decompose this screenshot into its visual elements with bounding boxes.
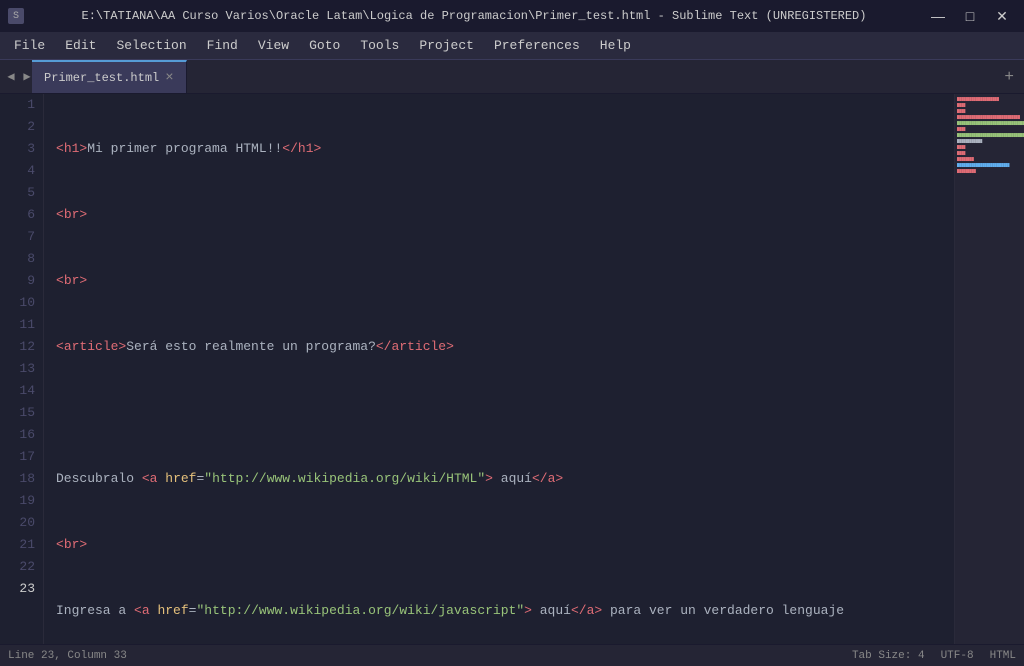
menu-item-edit[interactable]: Edit — [55, 34, 106, 57]
line-num-4: 4 — [0, 160, 35, 182]
line-num-18: 18 — [0, 468, 35, 490]
menu-item-view[interactable]: View — [248, 34, 299, 57]
line-num-1: 1 — [0, 94, 35, 116]
menu-item-file[interactable]: File — [4, 34, 55, 57]
cursor-position: Line 23, Column 33 — [8, 650, 127, 662]
maximize-button[interactable]: □ — [956, 6, 984, 26]
tab-label: Primer_test.html — [44, 71, 159, 85]
code-line-5 — [56, 402, 944, 424]
minimap-content: ████████████████████ ████ ████ █████████… — [955, 94, 1024, 180]
encoding: UTF-8 — [941, 650, 974, 662]
line-num-15: 15 — [0, 402, 35, 424]
line-num-2: 2 — [0, 116, 35, 138]
line-num-6: 6 — [0, 204, 35, 226]
line-num-20: 20 — [0, 512, 35, 534]
code-line-6: Descubralo <a href="http://www.wikipedia… — [56, 468, 944, 490]
file-type: HTML — [990, 650, 1016, 662]
line-num-17: 17 — [0, 446, 35, 468]
line-numbers: 1 2 3 4 5 6 7 8 9 10 11 12 13 14 15 16 1… — [0, 94, 44, 644]
close-button[interactable]: ✕ — [988, 6, 1016, 26]
line-num-10: 10 — [0, 292, 35, 314]
code-line-4: <article>Será esto realmente un programa… — [56, 336, 944, 358]
line-num-14: 14 — [0, 380, 35, 402]
line-num-3: 3 — [0, 138, 35, 160]
window-title: E:\TATIANA\AA Curso Varios\Oracle Latam\… — [32, 9, 916, 23]
line-num-11: 11 — [0, 314, 35, 336]
tab-close-button[interactable]: × — [165, 70, 173, 86]
line-num-9: 9 — [0, 270, 35, 292]
menu-item-goto[interactable]: Goto — [299, 34, 350, 57]
tab-primer-test[interactable]: Primer_test.html × — [32, 60, 187, 93]
line-num-12: 12 — [0, 336, 35, 358]
tab-next-arrow[interactable]: ▶ — [20, 70, 34, 84]
code-line-2: <br> — [56, 204, 944, 226]
title-bar: S E:\TATIANA\AA Curso Varios\Oracle Lata… — [0, 0, 1024, 32]
app-icon: S — [8, 8, 24, 24]
menu-item-tools[interactable]: Tools — [350, 34, 409, 57]
line-num-13: 13 — [0, 358, 35, 380]
line-num-7: 7 — [0, 226, 35, 248]
code-line-7: <br> — [56, 534, 944, 556]
tab-add-button[interactable]: + — [1000, 66, 1018, 88]
minimize-button[interactable]: — — [924, 6, 952, 26]
tab-right-controls: + — [994, 60, 1024, 93]
code-editor[interactable]: <h1>Mi primer programa HTML!!</h1> <br> … — [44, 94, 1024, 644]
status-right: Tab Size: 4 UTF-8 HTML — [852, 650, 1016, 662]
code-line-1: <h1>Mi primer programa HTML!!</h1> — [56, 138, 944, 160]
line-num-16: 16 — [0, 424, 35, 446]
tab-size: Tab Size: 4 — [852, 650, 925, 662]
menu-item-project[interactable]: Project — [409, 34, 484, 57]
line-num-21: 21 — [0, 534, 35, 556]
line-num-5: 5 — [0, 182, 35, 204]
tab-prev-arrow[interactable]: ◀ — [4, 70, 18, 84]
menu-item-preferences[interactable]: Preferences — [484, 34, 590, 57]
code-line-3: <br> — [56, 270, 944, 292]
tab-bar: ◀ ▶ Primer_test.html × + — [0, 60, 1024, 94]
line-num-23: 23 — [0, 578, 35, 600]
minimap[interactable]: ████████████████████ ████ ████ █████████… — [954, 94, 1024, 644]
line-num-22: 22 — [0, 556, 35, 578]
line-num-8: 8 — [0, 248, 35, 270]
menu-item-selection[interactable]: Selection — [106, 34, 196, 57]
menu-item-find[interactable]: Find — [197, 34, 248, 57]
editor: 1 2 3 4 5 6 7 8 9 10 11 12 13 14 15 16 1… — [0, 94, 1024, 644]
window-controls: — □ ✕ — [924, 6, 1016, 26]
menu-item-help[interactable]: Help — [590, 34, 641, 57]
line-num-19: 19 — [0, 490, 35, 512]
status-bar: Line 23, Column 33 Tab Size: 4 UTF-8 HTM… — [0, 644, 1024, 666]
code-line-8: Ingresa a <a href="http://www.wikipedia.… — [56, 600, 944, 622]
menu-bar: FileEditSelectionFindViewGotoToolsProjec… — [0, 32, 1024, 60]
